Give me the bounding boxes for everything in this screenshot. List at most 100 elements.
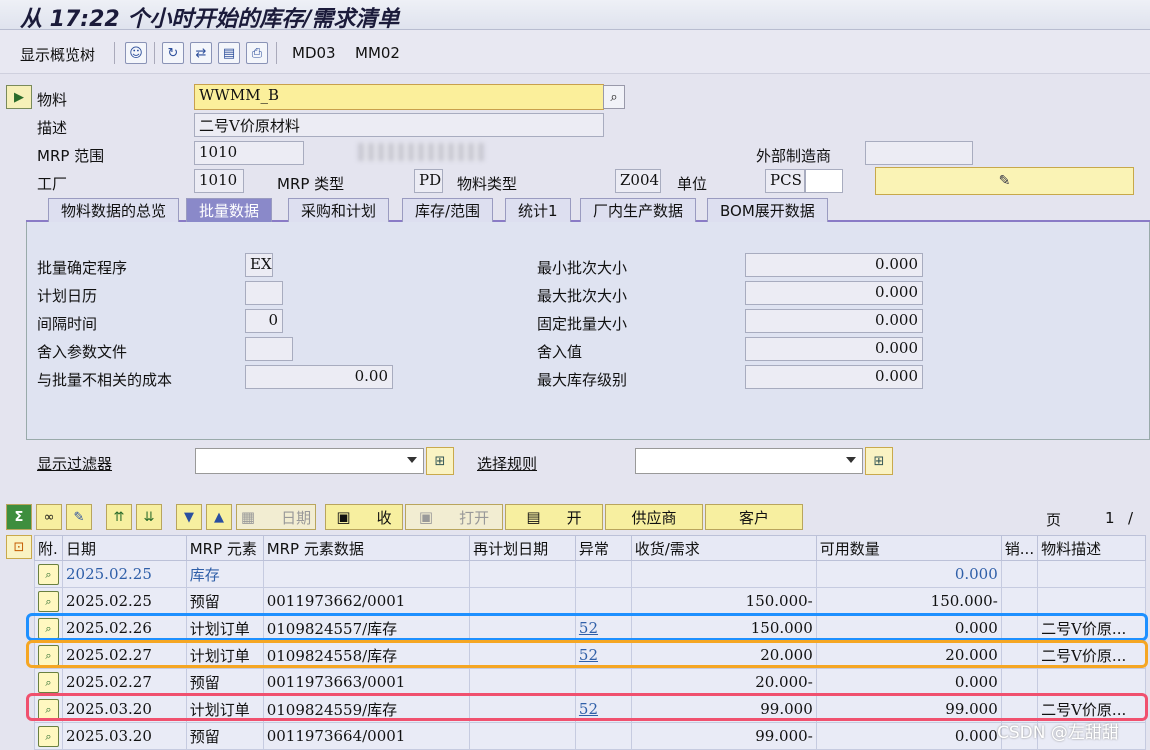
search-help-icon[interactable]: ⌕ [603, 85, 625, 109]
detail-magnifier-icon[interactable]: ⌕ [38, 617, 59, 639]
display-filter-label[interactable]: 显示过滤器 [37, 453, 112, 474]
selection-rule-label[interactable]: 选择规则 [477, 453, 537, 474]
row-exception[interactable] [574, 722, 632, 750]
detail-magnifier-icon[interactable]: ⌕ [38, 590, 59, 612]
table-row[interactable]: ⌕ 2025.02.26 计划订单 0109824557/库存 52 150.000 0.0… [34, 614, 1146, 642]
mm02-button[interactable]: MM02 [355, 44, 400, 62]
row-mrp-element-data: 0109824558/库存 [262, 641, 471, 669]
stock-requirements-grid: 附. 日期 MRP 元素 MRP 元素数据 再计划日期 异常 收货/需求 可用数… [34, 535, 1146, 750]
tab-procurement-planning[interactable]: 采购和计划 [288, 198, 390, 222]
material-input[interactable]: WWMM_B [194, 84, 604, 110]
hierarchy-up-icon[interactable]: ⇈ [106, 504, 132, 530]
col-sales[interactable]: 销... [1000, 535, 1039, 561]
col-date[interactable]: 日期 [62, 535, 187, 561]
open-button[interactable]: ▤ 开 [505, 504, 603, 530]
tab-lot-size-data[interactable]: 批量数据 [186, 198, 273, 222]
row-detail-cell: ⌕ [34, 614, 63, 642]
chevron-down-icon [846, 457, 856, 463]
planning-calendar-label: 计划日历 [37, 287, 98, 305]
tab-in-house-production[interactable]: 厂内生产数据 [580, 198, 697, 222]
glasses-icon[interactable]: ∞ [36, 504, 62, 530]
table-row[interactable]: ⌕ 2025.02.27 预留 0011973663/0001 20.000- 0.000 [34, 668, 1146, 696]
refresh-icon[interactable]: ↻ [162, 42, 184, 64]
detail-magnifier-icon[interactable]: ⌕ [38, 563, 59, 585]
page-number: 1 [1105, 509, 1115, 527]
row-detail-cell: ⌕ [34, 641, 63, 669]
table-row[interactable]: ⌕ 2025.02.25 库存 0.000 [34, 560, 1146, 588]
col-mrp-element-data[interactable]: MRP 元素数据 [262, 535, 471, 561]
table-row[interactable]: ⌕ 2025.02.27 计划订单 0109824558/库存 52 20.000 20.0… [34, 641, 1146, 669]
min-lot-field: 0.000 [745, 253, 923, 277]
col-receipt-requirement[interactable]: 收货/需求 [630, 535, 817, 561]
unit-extra-field[interactable] [805, 169, 843, 193]
open-disabled-button: ▣ 打开 [405, 504, 503, 530]
row-exception[interactable] [574, 668, 632, 696]
description-label: 描述 [37, 119, 68, 137]
sort-down-icon[interactable]: ▼ [176, 504, 202, 530]
display-filter-dropdown[interactable] [195, 448, 424, 474]
row-mrp-element: 计划订单 [185, 641, 264, 669]
col-material-desc[interactable]: 物料描述 [1037, 535, 1146, 561]
row-exception[interactable] [574, 560, 632, 588]
col-available-qty[interactable]: 可用数量 [815, 535, 1002, 561]
documents-icon[interactable]: ▤ [218, 42, 240, 64]
tab-statistics[interactable]: 统计1 [505, 198, 571, 222]
sum-icon[interactable]: Σ [6, 504, 32, 530]
calendar-icon: ▦ [240, 508, 256, 526]
customer-button[interactable]: 客户 [705, 504, 803, 530]
selection-rule-dropdown[interactable] [635, 448, 863, 474]
detail-magnifier-icon[interactable]: ⌕ [38, 698, 59, 720]
receipt-button-label: 收 [376, 508, 392, 527]
row-sales [1000, 587, 1039, 615]
col-mrp-element[interactable]: MRP 元素 [185, 535, 264, 561]
date-button[interactable]: ▦ 日期 [236, 504, 316, 530]
row-date: 2025.03.20 [62, 722, 187, 750]
md03-button[interactable]: MD03 [292, 44, 336, 62]
max-stock-field: 0.000 [745, 365, 923, 389]
transfer-icon[interactable]: ⇄ [190, 42, 212, 64]
receipt-button[interactable]: ▣ 收 [325, 504, 403, 530]
show-tree-button[interactable]: 显示概览树 [20, 44, 95, 65]
detail-magnifier-icon[interactable]: ⌕ [38, 644, 59, 666]
row-exception[interactable] [574, 587, 632, 615]
edit-button[interactable]: ✎ [875, 167, 1134, 195]
rule-settings-icon[interactable]: ⊞ [865, 447, 893, 475]
row-material-desc [1037, 668, 1146, 696]
tab-bom-explosion[interactable]: BOM展开数据 [707, 198, 828, 222]
filter-settings-icon[interactable]: ⊞ [426, 447, 454, 475]
fixed-lot-label: 固定批量大小 [537, 315, 628, 333]
hierarchy-down-icon[interactable]: ⇊ [136, 504, 162, 530]
pencil-icon[interactable]: ✎ [66, 504, 92, 530]
table-row[interactable]: ⌕ 2025.02.25 预留 0011973662/0001 150.000- 150.… [34, 587, 1146, 615]
row-available-qty: 99.000 [815, 695, 1002, 723]
table-row[interactable]: ⌕ 2025.03.20 预留 0011973664/0001 99.000- 0.000 [34, 722, 1146, 750]
table-row[interactable]: ⌕ 2025.03.20 计划订单 0109824559/库存 52 99.000 99.0… [34, 695, 1146, 723]
row-exception[interactable]: 52 [574, 641, 632, 669]
tab-stock-range[interactable]: 库存/范围 [402, 198, 494, 222]
detail-magnifier-icon[interactable]: ⌕ [38, 725, 59, 747]
people-icon[interactable]: ☺ [125, 42, 147, 64]
layout-icon[interactable]: ⊡ [6, 535, 32, 559]
tab-material-overview[interactable]: 物料数据的总览 [48, 198, 180, 222]
row-material-desc: 二号V价原... [1037, 614, 1146, 642]
row-available-qty: 0.000 [815, 614, 1002, 642]
col-reschedule-date[interactable]: 再计划日期 [469, 535, 576, 561]
col-attachment[interactable]: 附. [34, 535, 63, 561]
row-date: 2025.02.25 [62, 587, 187, 615]
row-sales [1000, 668, 1039, 696]
row-available-qty: 0.000 [815, 560, 1002, 588]
row-exception[interactable]: 52 [574, 614, 632, 642]
rounding-value-field: 0.000 [745, 337, 923, 361]
detail-magnifier-icon[interactable]: ⌕ [38, 671, 59, 693]
row-mrp-element-data [262, 560, 471, 588]
row-exception[interactable]: 52 [574, 695, 632, 723]
vendor-button[interactable]: 供应商 [605, 504, 703, 530]
print-icon[interactable]: ⎙ [246, 42, 268, 64]
row-date: 2025.02.26 [62, 614, 187, 642]
col-exception[interactable]: 异常 [574, 535, 632, 561]
expand-header-icon[interactable]: ▶ [6, 85, 32, 109]
row-mrp-element-data: 0011973663/0001 [262, 668, 471, 696]
material-type-label: 物料类型 [457, 175, 518, 193]
sort-up-icon[interactable]: ▲ [206, 504, 232, 530]
rounding-value-label: 舍入值 [537, 343, 583, 361]
